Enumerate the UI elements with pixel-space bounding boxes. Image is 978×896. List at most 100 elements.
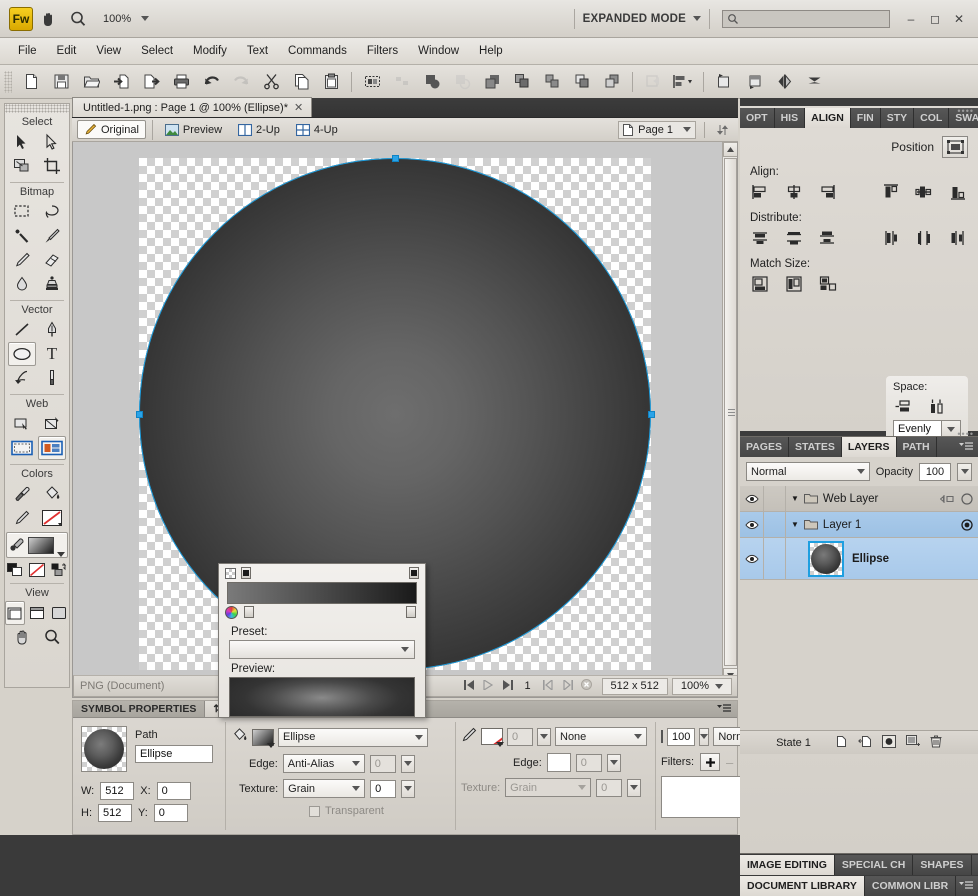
union-icon[interactable] — [417, 69, 447, 95]
layers-panel-menu-icon[interactable] — [959, 437, 978, 457]
search-input[interactable] — [722, 9, 890, 28]
space-evenly-horizontal-button[interactable] — [927, 396, 947, 416]
align-menu-icon[interactable] — [668, 69, 698, 95]
send-backward-icon[interactable] — [597, 69, 627, 95]
fill-stroke-swatches[interactable] — [6, 532, 68, 558]
match-height-button[interactable] — [784, 274, 804, 294]
default-colors-icon[interactable] — [5, 561, 24, 579]
print-icon[interactable] — [166, 69, 196, 95]
layer-name-cell[interactable]: ▼ Web Layer — [786, 493, 940, 505]
zoom-dropdown-icon[interactable] — [131, 5, 159, 33]
fill-texture-dropdown[interactable]: Grain — [283, 779, 366, 798]
layer-name-cell[interactable]: ▼ Layer 1 — [786, 519, 956, 531]
punch-icon[interactable] — [477, 69, 507, 95]
fill-edge-amount-input[interactable]: 0 — [369, 754, 396, 773]
canvas-vertical-scrollbar[interactable] — [722, 142, 737, 683]
stroke-category-dropdown[interactable]: None — [555, 727, 647, 746]
hide-slices-tool[interactable] — [8, 436, 36, 460]
table-row[interactable]: ▼ Layer 1 — [740, 512, 978, 538]
previous-state-icon[interactable] — [542, 678, 554, 693]
tools-panel-grip[interactable] — [5, 104, 69, 113]
tab-special-characters[interactable]: SPECIAL CH — [834, 855, 914, 875]
onion-skin-icon[interactable] — [881, 734, 896, 751]
fill-texture-amount-input[interactable]: 0 — [370, 779, 397, 798]
space-evenly-vertical-button[interactable] — [893, 396, 913, 416]
gradient-opacity-stops[interactable] — [225, 567, 419, 582]
tab-4up[interactable]: 4-Up — [290, 122, 344, 138]
layer-visibility-toggle[interactable] — [740, 512, 764, 537]
position-relative-to-canvas-button[interactable] — [942, 136, 968, 158]
crop-tool[interactable] — [38, 154, 66, 178]
preset-dropdown[interactable] — [229, 640, 415, 659]
save-icon[interactable] — [46, 69, 76, 95]
redo-icon[interactable] — [226, 69, 256, 95]
menu-modify[interactable]: Modify — [183, 41, 237, 61]
menu-filters[interactable]: Filters — [357, 41, 408, 61]
color-stop-right[interactable] — [406, 606, 416, 618]
standard-screen-mode[interactable] — [5, 601, 26, 625]
distribute-icon[interactable] — [638, 69, 668, 95]
play-states-icon[interactable] — [482, 678, 494, 693]
tab-styles[interactable]: STY — [880, 108, 915, 128]
magic-wand-tool[interactable] — [8, 224, 36, 248]
transparency-swatch[interactable] — [225, 568, 236, 579]
minimize-button[interactable]: – — [900, 9, 922, 29]
marquee-tool[interactable] — [8, 200, 36, 224]
selection-handle-right[interactable] — [648, 411, 655, 418]
zoom-level-value[interactable]: 100% — [103, 13, 131, 25]
pointer-tool[interactable] — [8, 130, 36, 154]
tab-image-editing[interactable]: IMAGE EDITING — [740, 855, 835, 875]
opacity-stop-left[interactable] — [241, 567, 251, 579]
knife-tool[interactable] — [38, 366, 66, 390]
close-icon[interactable]: ✕ — [294, 101, 303, 114]
layer-lock-toggle[interactable] — [764, 512, 786, 537]
no-color-icon[interactable] — [27, 561, 46, 579]
layers-panel-grip[interactable]: •••• — [957, 429, 974, 439]
stroke-texture-amount-stepper[interactable] — [627, 778, 642, 797]
expanded-mode-selector[interactable]: EXPANDED MODE — [583, 13, 701, 25]
scroll-up-icon[interactable] — [723, 142, 737, 157]
selection-handle-top[interactable] — [392, 155, 399, 162]
lasso-tool[interactable] — [38, 200, 66, 224]
pencil-tool[interactable] — [8, 248, 36, 272]
tab-states[interactable]: STATES — [788, 437, 842, 457]
distribute-vertical-centers-button[interactable] — [784, 228, 804, 248]
distribute-bottom-edges-button[interactable] — [817, 228, 837, 248]
tab-original[interactable]: Original — [77, 120, 146, 139]
blur-tool[interactable] — [8, 272, 36, 296]
distribute-to-states-icon[interactable] — [905, 734, 920, 751]
next-state-icon[interactable] — [562, 678, 573, 693]
page-order-icon[interactable] — [713, 123, 733, 137]
paint-bucket-tool[interactable] — [38, 482, 66, 506]
fill-texture-amount-stepper[interactable] — [401, 779, 416, 798]
zoom-tool-icon[interactable] — [63, 5, 93, 33]
disclosure-triangle-icon[interactable]: ▼ — [791, 494, 799, 503]
rotate-cw-icon[interactable] — [739, 69, 769, 95]
intersect-icon[interactable] — [447, 69, 477, 95]
layer-active-radio[interactable] — [956, 492, 978, 505]
text-tool[interactable]: T — [38, 342, 66, 366]
tab-symbol-properties[interactable]: SYMBOL PROPERTIES — [73, 701, 206, 717]
align-horizontal-center-button[interactable] — [784, 182, 804, 202]
group-icon[interactable] — [507, 69, 537, 95]
tab-history[interactable]: HIS — [774, 108, 806, 128]
tab-optimize[interactable]: OPT — [740, 108, 775, 128]
stroke-edge-amount-stepper[interactable] — [606, 753, 621, 772]
toolbar-grip[interactable] — [4, 70, 12, 93]
layer-blend-mode-dropdown[interactable]: Normal — [746, 462, 870, 481]
layer-lock-toggle[interactable] — [764, 538, 786, 579]
menu-text[interactable]: Text — [237, 41, 278, 61]
menu-view[interactable]: View — [86, 41, 131, 61]
hand-tool-icon[interactable] — [33, 5, 63, 33]
line-tool[interactable] — [8, 318, 36, 342]
tab-common-library[interactable]: COMMON LIBR — [864, 876, 957, 896]
maximize-button[interactable]: ◻ — [924, 9, 946, 29]
tab-pages[interactable]: PAGES — [740, 437, 789, 457]
selection-handle-left[interactable] — [136, 411, 143, 418]
fill-color-swatch[interactable] — [252, 728, 275, 748]
align-vertical-center-button[interactable] — [915, 182, 935, 202]
menu-window[interactable]: Window — [408, 41, 469, 61]
select-all-icon[interactable] — [357, 69, 387, 95]
fill-category-dropdown[interactable]: Ellipse — [278, 727, 428, 747]
scale-tool[interactable] — [8, 154, 36, 178]
